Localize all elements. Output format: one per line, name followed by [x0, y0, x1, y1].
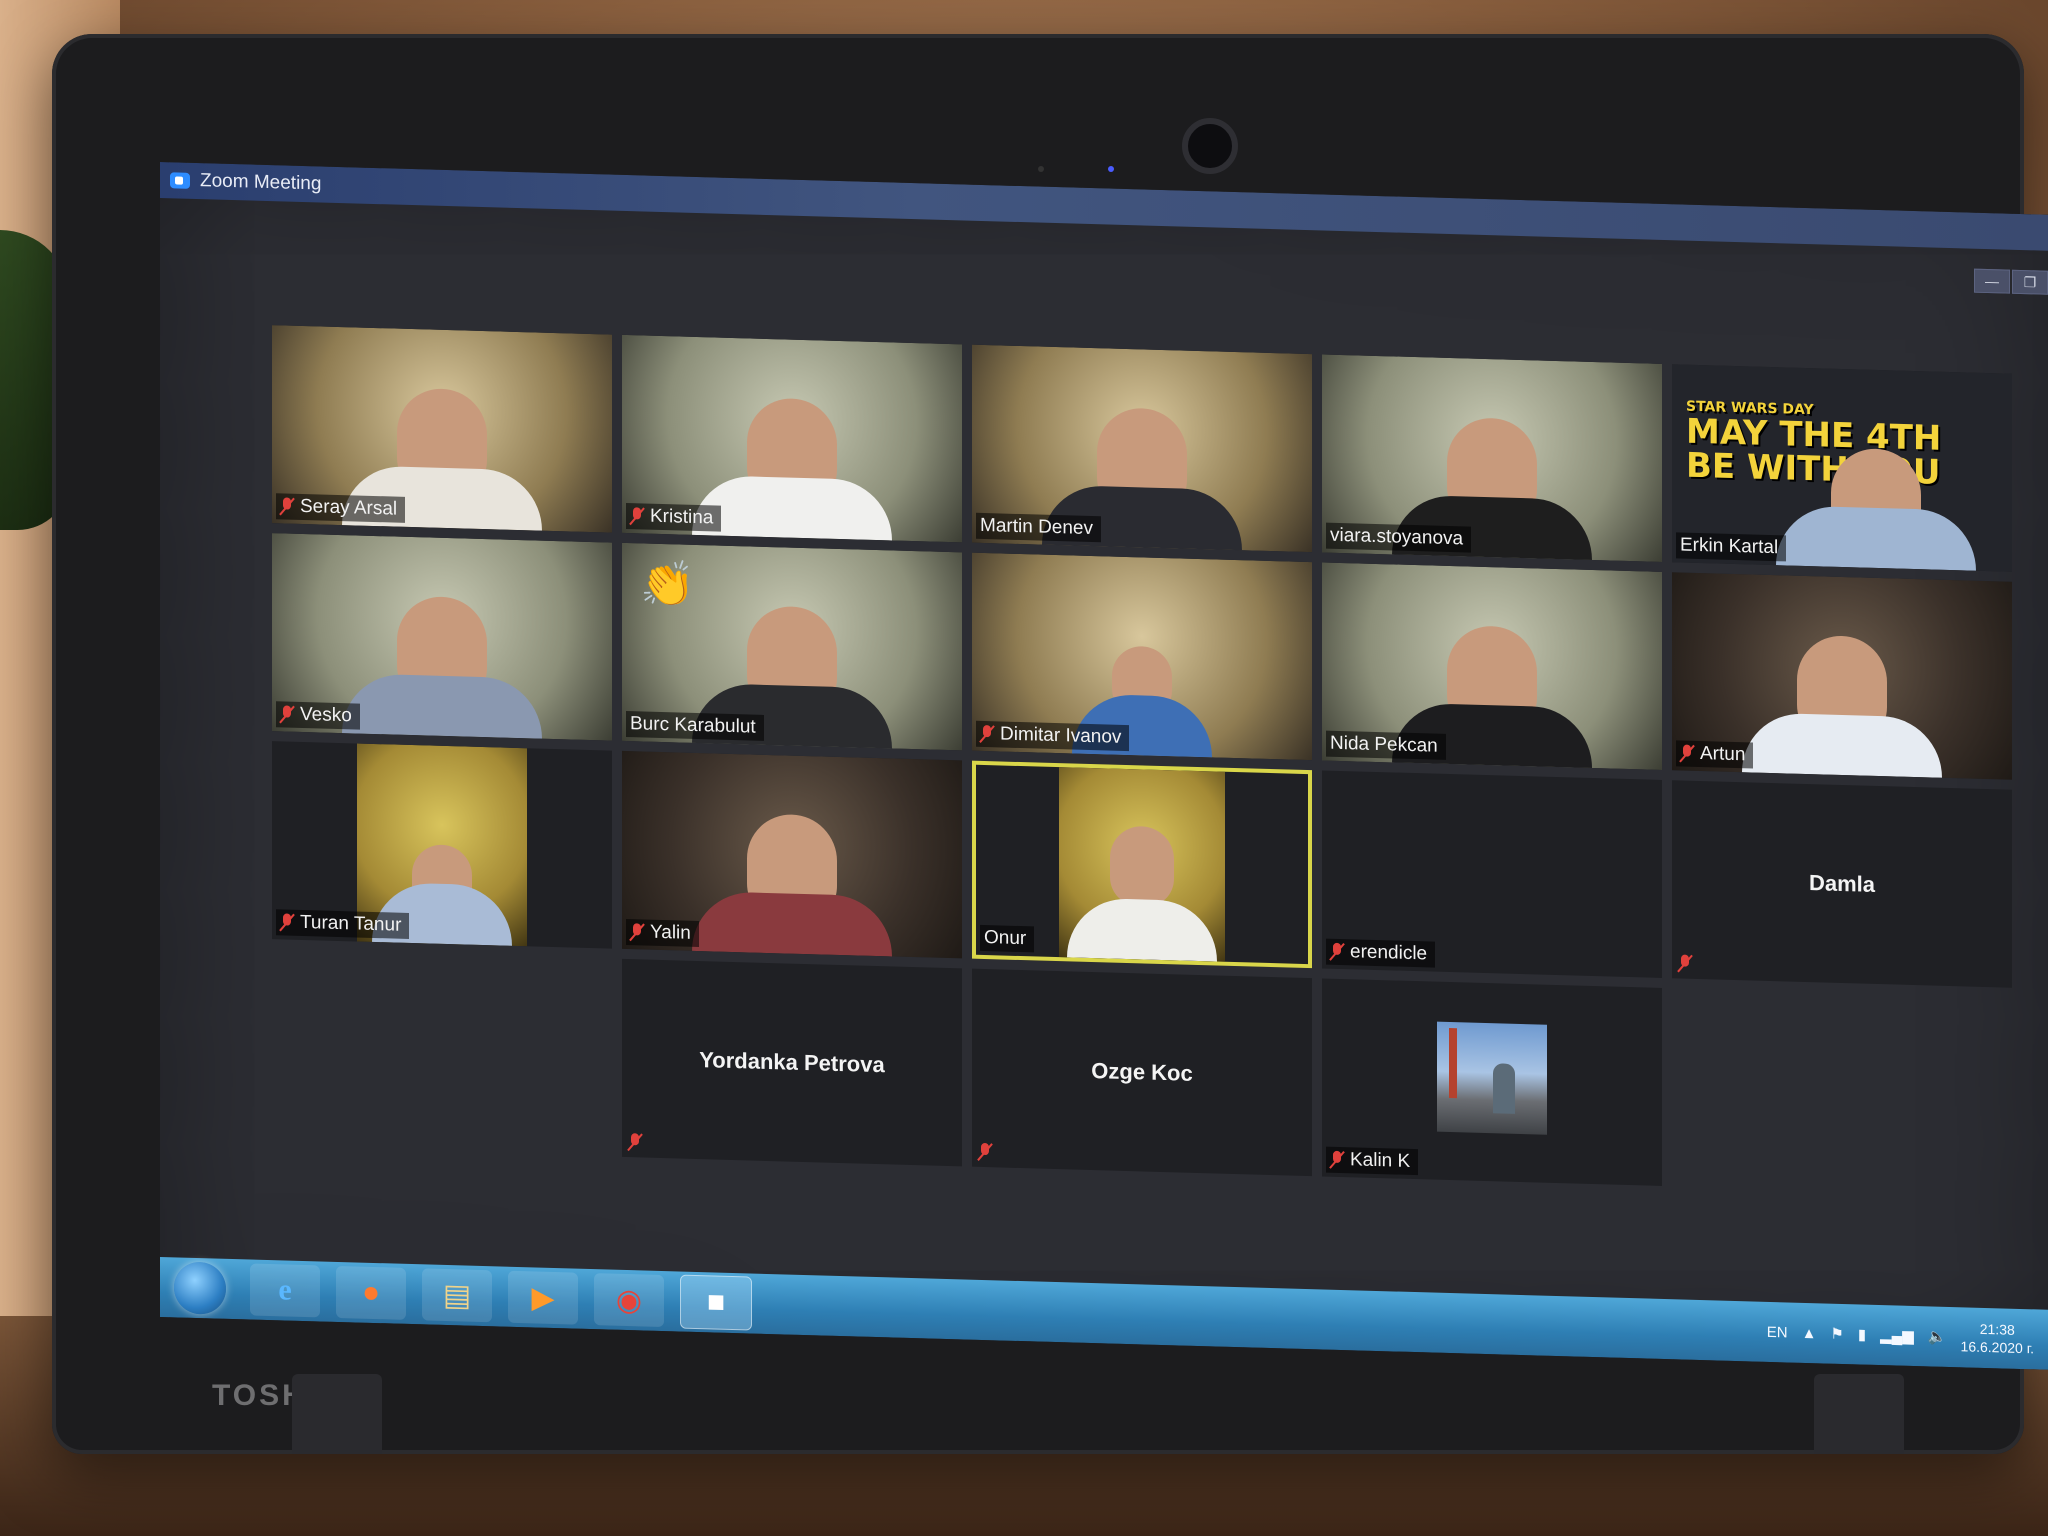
chrome-icon[interactable]: ◉	[594, 1273, 664, 1328]
muted-mic-icon	[1330, 943, 1344, 961]
clock-time: 21:38	[1979, 1320, 2015, 1338]
hinge-right	[1814, 1374, 1904, 1454]
profile-picture	[1437, 1021, 1547, 1135]
participant-name: Kristina	[650, 505, 714, 529]
internet-explorer-icon[interactable]: e	[250, 1263, 320, 1318]
show-hidden-icons-icon[interactable]: ▲	[1802, 1324, 1817, 1341]
participant-name: Damla	[1808, 870, 1876, 897]
participant-name: viara.stoyanova	[1330, 524, 1464, 550]
muted-mic-icon	[980, 725, 994, 743]
muted-mic-icon	[280, 913, 294, 931]
participant-tile[interactable]: Kristina	[622, 334, 962, 543]
clock-date: 16.6.2020 г.	[1960, 1338, 2034, 1357]
participant-name: Turan Tanur	[300, 911, 402, 936]
webcam-led-blue	[1108, 166, 1114, 172]
participant-name: Artun	[1700, 743, 1746, 766]
muted-mic-icon	[280, 497, 294, 515]
participant-tile[interactable]: STAR WARS DAY MAY THE 4TH BE WITH YOU Er…	[1672, 364, 2012, 572]
participant-tile[interactable]: Turan Tanur	[272, 741, 612, 949]
participant-tile-active-speaker[interactable]: Onur	[972, 760, 1312, 969]
participant-tile[interactable]: Vesko	[272, 533, 612, 741]
muted-mic-icon	[628, 1133, 642, 1151]
video-feed	[1059, 767, 1225, 962]
webcam-led	[1038, 166, 1044, 172]
system-tray: EN ▲ ⚑ ▮ ▂▄▆ 🔈 21:38 16.6.2020 г.	[1767, 1314, 2048, 1358]
language-indicator[interactable]: EN	[1767, 1323, 1788, 1341]
window-controls: — ❐	[1974, 268, 2048, 295]
battery-icon[interactable]: ▮	[1858, 1325, 1866, 1343]
participant-tile[interactable]: Ozge Koc	[972, 968, 1312, 1177]
screen: Zoom Meeting — ❐ Seray Arsal Kristina Ma…	[160, 162, 2048, 1370]
clap-reaction-icon: 👏	[640, 559, 695, 610]
participant-name: Yalin	[650, 921, 691, 944]
participant-tile[interactable]: Damla	[1672, 780, 2012, 988]
participant-name: Nida Pekcan	[1330, 732, 1438, 757]
muted-mic-icon	[978, 1143, 992, 1161]
participant-tile[interactable]: erendicle	[1322, 770, 1662, 978]
media-player-icon[interactable]: ▶	[508, 1270, 578, 1325]
system-clock[interactable]: 21:38 16.6.2020 г.	[1961, 1319, 2034, 1357]
muted-mic-icon	[1680, 744, 1694, 762]
file-explorer-icon[interactable]: ▤	[422, 1268, 492, 1323]
participant-tile[interactable]: viara.stoyanova	[1322, 354, 1662, 562]
participant-tile[interactable]: Martin Denev	[972, 344, 1312, 553]
participant-name: Seray Arsal	[300, 495, 398, 520]
network-signal-icon[interactable]: ▂▄▆	[1880, 1326, 1914, 1345]
start-button[interactable]	[174, 1261, 226, 1315]
participant-name: Ozge Koc	[1091, 1058, 1193, 1086]
participant-tile[interactable]: Nida Pekcan	[1322, 562, 1662, 770]
participant-tile[interactable]: Seray Arsal	[272, 325, 612, 533]
muted-mic-icon	[630, 923, 644, 941]
webcam-icon	[1182, 118, 1238, 174]
window-title: Zoom Meeting	[200, 170, 322, 195]
zoom-taskbar-icon[interactable]: ■	[680, 1274, 752, 1331]
minimize-button[interactable]: —	[1974, 268, 2010, 294]
participant-tile[interactable]: Yordanka Petrova	[622, 958, 962, 1167]
participant-name: Erkin Kartal	[1680, 534, 1779, 559]
firefox-icon[interactable]: ●	[336, 1265, 406, 1320]
volume-icon[interactable]: 🔈	[1928, 1327, 1947, 1346]
participant-name: Vesko	[300, 703, 352, 727]
participant-tile[interactable]: Yalin	[622, 750, 962, 959]
participant-name: Dimitar Ivanov	[1000, 723, 1122, 748]
participant-name: Burc Karabulut	[630, 713, 756, 738]
participant-name: Onur	[984, 927, 1027, 950]
participant-tile[interactable]: Dimitar Ivanov	[972, 552, 1312, 761]
participant-name: Yordanka Petrova	[699, 1047, 885, 1078]
muted-mic-icon	[630, 507, 644, 525]
muted-mic-icon	[280, 705, 294, 723]
muted-mic-icon	[1330, 1151, 1344, 1169]
hinge-left	[292, 1374, 382, 1454]
participant-name: Martin Denev	[980, 514, 1093, 540]
participant-tile[interactable]: 👏 Burc Karabulut	[622, 542, 962, 751]
restore-button[interactable]: ❐	[2012, 269, 2048, 295]
participant-tile[interactable]: Artun	[1672, 572, 2012, 780]
muted-mic-icon	[1678, 954, 1692, 972]
participant-name: Kalin K	[1350, 1149, 1411, 1172]
zoom-app-icon	[170, 172, 190, 189]
participant-name: erendicle	[1350, 941, 1428, 965]
action-center-flag-icon[interactable]: ⚑	[1830, 1325, 1843, 1343]
participant-tile[interactable]: Kalin K	[1322, 978, 1662, 1186]
